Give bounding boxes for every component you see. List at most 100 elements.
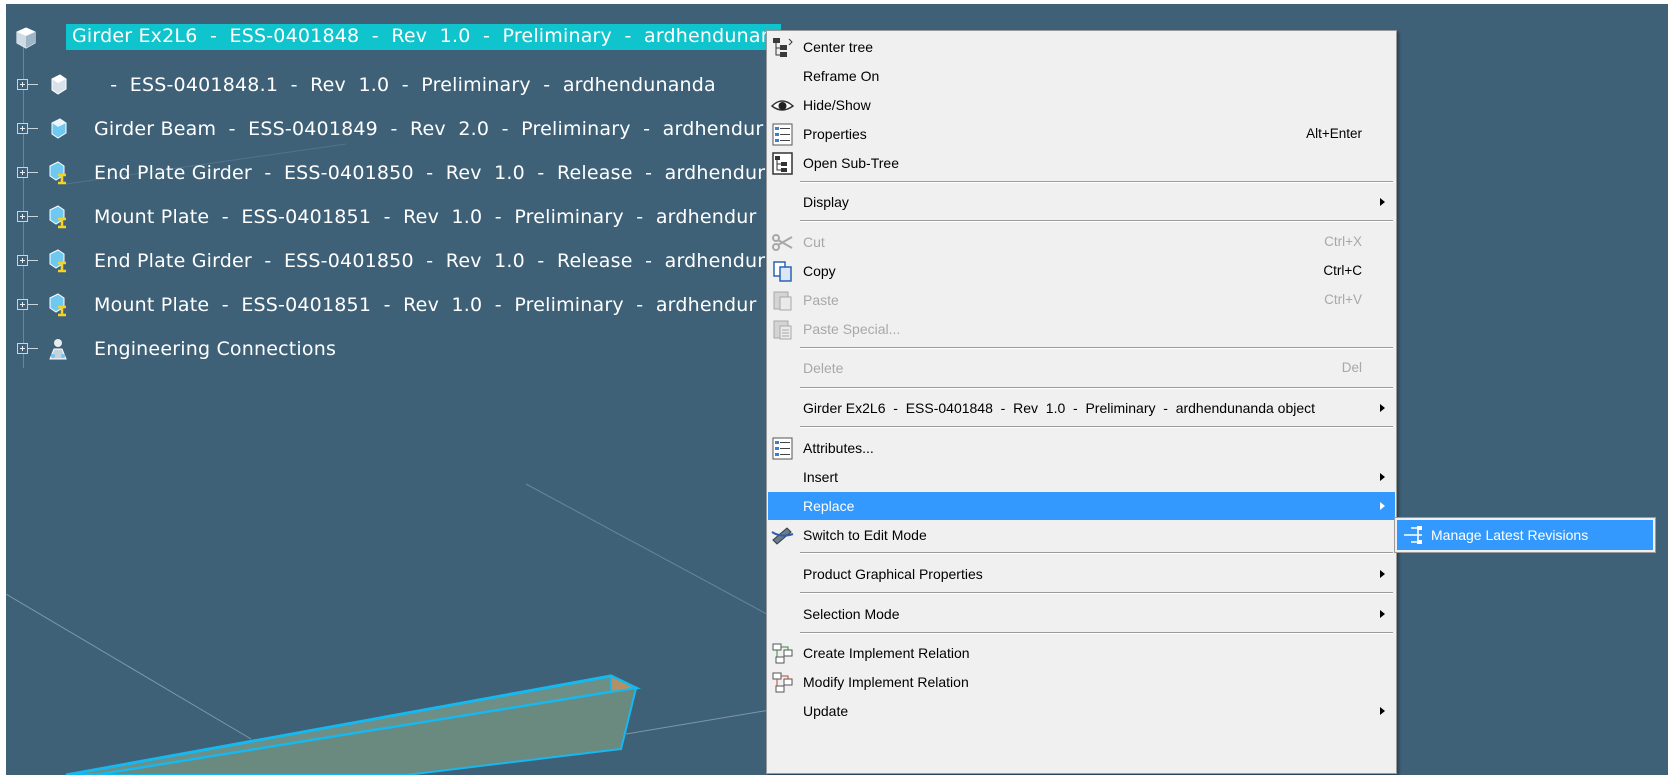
menu-item-label: Selection Mode: [803, 606, 900, 622]
menu-item-display[interactable]: Display: [768, 188, 1395, 216]
tree-node[interactable]: Girder Beam - ESS-0401849 - Rev 2.0 - Pr…: [6, 114, 776, 146]
engineering-connections-icon: [49, 339, 67, 360]
eye-icon: [771, 100, 794, 111]
modify-relation-icon: [772, 672, 793, 693]
context-menu: Center tree Reframe On Hide/Show Propert…: [766, 30, 1397, 774]
tree-node[interactable]: End Plate Girder - ESS-0401850 - Rev 1.0…: [6, 246, 776, 278]
menu-item-copy[interactable]: Copy Ctrl+C: [768, 257, 1395, 285]
menu-item-label: Reframe On: [803, 68, 880, 84]
menu-item-properties[interactable]: Properties Alt+Enter: [768, 120, 1395, 148]
menu-item-product-graphical-properties[interactable]: Product Graphical Properties: [768, 560, 1395, 588]
menu-separator: [800, 426, 1393, 428]
expand-toggle[interactable]: [17, 211, 28, 222]
tree-node-label: Mount Plate - ESS-0401851 - Rev 1.0 - Pr…: [94, 206, 757, 228]
tree-node[interactable]: Mount Plate - ESS-0401851 - Rev 1.0 - Pr…: [6, 202, 776, 234]
replace-submenu: Manage Latest Revisions: [1394, 517, 1656, 553]
menu-item-label: Attributes...: [803, 440, 874, 456]
menu-item-create-implement-relation[interactable]: Create Implement Relation: [768, 639, 1395, 667]
part-reference-icon: [49, 205, 66, 229]
expand-toggle[interactable]: [17, 255, 28, 266]
menu-item-object[interactable]: Girder Ex2L6 - ESS-0401848 - Rev 1.0 - P…: [768, 394, 1395, 422]
copy-icon: [773, 261, 792, 282]
properties-icon: [772, 123, 793, 146]
paste-icon: [773, 291, 792, 311]
submenu-arrow-icon: [1380, 570, 1385, 578]
menu-item-insert[interactable]: Insert: [768, 463, 1395, 491]
tree-node-label: End Plate Girder - ESS-0401850 - Rev 1.0…: [94, 250, 766, 272]
menu-item-label: Modify Implement Relation: [803, 674, 969, 690]
menu-item-center-tree[interactable]: Center tree: [768, 33, 1395, 61]
tree-node[interactable]: Mount Plate - ESS-0401851 - Rev 1.0 - Pr…: [6, 290, 776, 322]
sub-tree-icon: [772, 152, 793, 175]
menu-item-label: Delete: [803, 360, 844, 376]
menu-separator: [800, 632, 1393, 634]
menu-item-manage-latest-revisions[interactable]: Manage Latest Revisions: [1397, 520, 1653, 550]
menu-item-label: Copy: [803, 263, 836, 279]
menu-item-switch-edit-mode[interactable]: Switch to Edit Mode: [768, 521, 1395, 549]
submenu-arrow-icon: [1380, 404, 1385, 412]
menu-item-delete[interactable]: Delete Del: [768, 354, 1395, 382]
tree-node[interactable]: Engineering Connections: [6, 334, 776, 366]
menu-item-cut[interactable]: Cut Ctrl+X: [768, 228, 1395, 256]
expand-toggle[interactable]: [17, 123, 28, 134]
tree-node-label: Mount Plate - ESS-0401851 - Rev 1.0 - Pr…: [94, 294, 757, 316]
product-root-icon: [16, 27, 36, 49]
menu-item-label: Properties: [803, 126, 867, 142]
menu-item-label: Update: [803, 703, 849, 719]
menu-item-label: Display: [803, 194, 849, 210]
menu-item-label: Paste: [803, 292, 839, 308]
tree-node-label: End Plate Girder - ESS-0401850 - Rev 1.0…: [94, 162, 766, 184]
expand-toggle[interactable]: [17, 79, 28, 90]
tree-node[interactable]: End Plate Girder - ESS-0401850 - Rev 1.0…: [6, 158, 776, 190]
center-tree-icon: [773, 38, 793, 57]
shortcut-label: Del: [1341, 360, 1362, 375]
menu-item-hide-show[interactable]: Hide/Show: [768, 91, 1395, 119]
part-reference-icon: [49, 293, 66, 317]
menu-item-attributes[interactable]: Attributes...: [768, 434, 1395, 462]
menu-item-label: Paste Special...: [803, 321, 901, 337]
submenu-arrow-icon: [1380, 502, 1385, 510]
menu-item-modify-implement-relation[interactable]: Modify Implement Relation: [768, 668, 1395, 696]
expand-toggle[interactable]: [17, 343, 28, 354]
menu-item-label: Replace: [803, 498, 855, 514]
menu-item-label: Manage Latest Revisions: [1431, 527, 1589, 543]
girder-beam-model: [65, 674, 641, 775]
menu-item-label: Insert: [803, 469, 839, 485]
menu-item-label: Create Implement Relation: [803, 645, 970, 661]
shortcut-label: Ctrl+C: [1323, 263, 1362, 278]
menu-item-paste-special[interactable]: Paste Special...: [768, 315, 1395, 343]
part-reference-icon: [49, 249, 66, 273]
menu-separator: [800, 181, 1393, 183]
menu-item-update[interactable]: Update: [768, 697, 1395, 725]
part-icon: [51, 74, 67, 95]
shortcut-label: Ctrl+X: [1324, 234, 1362, 249]
menu-separator: [800, 387, 1393, 389]
create-relation-icon: [772, 643, 793, 664]
expand-toggle[interactable]: [17, 299, 28, 310]
tree-node-root[interactable]: Girder Ex2L6 - ESS-0401848 - Rev 1.0 - P…: [6, 24, 782, 56]
menu-item-label: Product Graphical Properties: [803, 566, 983, 582]
menu-item-label: Cut: [803, 234, 825, 250]
menu-separator: [800, 592, 1393, 594]
submenu-arrow-icon: [1380, 707, 1385, 715]
menu-item-paste[interactable]: Paste Ctrl+V: [768, 286, 1395, 314]
menu-item-selection-mode[interactable]: Selection Mode: [768, 600, 1395, 628]
menu-item-reframe-on[interactable]: Reframe On: [768, 62, 1395, 90]
grid-line: [625, 708, 777, 735]
menu-item-label: Hide/Show: [803, 97, 871, 113]
expand-toggle[interactable]: [17, 167, 28, 178]
part-reference-icon: [49, 161, 66, 185]
tree-node[interactable]: - ESS-0401848.1 - Rev 1.0 - Preliminary …: [6, 70, 776, 102]
shortcut-label: Alt+Enter: [1306, 126, 1362, 141]
menu-item-label: Open Sub-Tree: [803, 155, 899, 171]
menu-item-replace[interactable]: Replace: [768, 492, 1395, 520]
scissors-icon: [772, 234, 793, 251]
tree-node-label: - ESS-0401848.1 - Rev 1.0 - Preliminary …: [104, 74, 716, 96]
tree-node-label: Girder Beam - ESS-0401849 - Rev 2.0 - Pr…: [94, 118, 764, 140]
menu-separator: [800, 220, 1393, 222]
menu-item-label: Girder Ex2L6 - ESS-0401848 - Rev 1.0 - P…: [803, 400, 1316, 416]
tree-node-label: Girder Ex2L6 - ESS-0401848 - Rev 1.0 - P…: [66, 24, 782, 50]
menu-separator: [800, 347, 1393, 349]
menu-item-open-sub-tree[interactable]: Open Sub-Tree: [768, 149, 1395, 177]
grid-line: [6, 593, 252, 740]
